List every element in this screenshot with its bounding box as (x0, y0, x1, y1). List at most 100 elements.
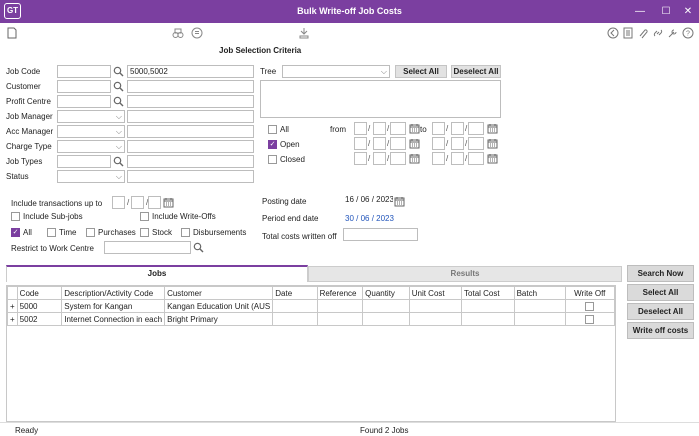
attach-icon[interactable] (637, 27, 649, 39)
help-icon[interactable]: ? (682, 27, 694, 39)
expand-toggle[interactable]: + (7, 299, 18, 313)
charge-type-select[interactable]: ⌵ (57, 140, 125, 153)
date-separator: / (446, 139, 449, 148)
range-year-input[interactable] (390, 152, 406, 165)
binoculars-icon[interactable] (172, 27, 184, 39)
calendar-icon[interactable] (394, 196, 405, 207)
tab-results[interactable]: Results (308, 266, 622, 282)
column-header[interactable]: Batch (513, 286, 566, 300)
close-button[interactable]: ✕ (677, 0, 699, 23)
calendar-icon[interactable] (487, 138, 498, 149)
calendar-icon[interactable] (409, 153, 420, 164)
search-icon[interactable] (113, 156, 124, 167)
column-header[interactable]: Reference (316, 286, 364, 300)
search-icon[interactable] (113, 66, 124, 77)
customer-input[interactable] (57, 80, 111, 93)
range-day-input[interactable] (432, 152, 445, 165)
range-day-input[interactable] (432, 137, 445, 150)
range-year-input[interactable] (468, 137, 484, 150)
table-row[interactable]: + 5002 Internet Connection in each Brigh… (7, 312, 615, 326)
range-year-input[interactable] (390, 137, 406, 150)
notes-icon[interactable] (622, 27, 634, 39)
type-stock-checkbox[interactable] (140, 228, 149, 237)
expand-toggle[interactable]: + (7, 312, 18, 326)
column-header[interactable]: Quantity (362, 286, 410, 300)
column-header[interactable]: Description/Activity Code (61, 286, 166, 300)
include-subjobs-checkbox[interactable] (11, 212, 20, 221)
new-document-icon[interactable] (6, 27, 18, 39)
type-time-checkbox[interactable] (47, 228, 56, 237)
tab-jobs[interactable]: Jobs (6, 265, 308, 282)
job-code-from-input[interactable] (57, 65, 111, 78)
include-day-input[interactable] (112, 196, 125, 209)
search-now-button[interactable]: Search Now (627, 265, 694, 282)
type-stock-label: Stock (152, 228, 173, 237)
range-month-input[interactable] (373, 122, 386, 135)
export-icon[interactable] (298, 27, 310, 39)
range-day-input[interactable] (432, 122, 445, 135)
status-select[interactable]: ⌵ (57, 170, 125, 183)
status-all-checkbox[interactable] (268, 125, 277, 134)
select-all-button[interactable]: Select All (627, 284, 694, 301)
search-icon[interactable] (193, 242, 204, 253)
table-row[interactable]: + 5000 System for Kangan Kangan Educatio… (7, 299, 615, 313)
job-manager-select[interactable]: ⌵ (57, 110, 125, 123)
range-month-input[interactable] (373, 152, 386, 165)
range-month-input[interactable] (451, 137, 464, 150)
calendar-icon[interactable] (487, 153, 498, 164)
tree-select[interactable]: ⌵ (282, 65, 390, 78)
work-centre-input[interactable] (104, 241, 191, 254)
type-disbursements-checkbox[interactable] (181, 228, 190, 237)
status-open-checkbox[interactable] (268, 140, 277, 149)
search-icon[interactable] (113, 81, 124, 92)
acc-manager-select[interactable]: ⌵ (57, 125, 125, 138)
maximize-button[interactable]: ☐ (655, 0, 677, 23)
include-year-input[interactable] (148, 196, 161, 209)
type-purchases-checkbox[interactable] (86, 228, 95, 237)
status-closed-checkbox[interactable] (268, 155, 277, 164)
type-all-checkbox[interactable] (11, 228, 20, 237)
range-month-input[interactable] (451, 152, 464, 165)
range-day-input[interactable] (354, 137, 367, 150)
range-day-input[interactable] (354, 152, 367, 165)
write-off-checkbox[interactable] (585, 301, 595, 311)
column-header[interactable]: Date (272, 286, 318, 300)
tree-list[interactable] (260, 80, 501, 118)
posting-date-input[interactable]: 16 / 06 / 2023 (343, 194, 393, 207)
calendar-icon[interactable] (409, 138, 420, 149)
range-year-input[interactable] (468, 152, 484, 165)
range-month-input[interactable] (451, 122, 464, 135)
job-code-to-input[interactable]: 5000,5002 (127, 65, 254, 78)
range-month-input[interactable] (373, 137, 386, 150)
write-off-checkbox[interactable] (585, 314, 595, 324)
column-header[interactable]: Unit Cost (408, 286, 463, 300)
search-icon[interactable] (113, 96, 124, 107)
customer-label: Customer (6, 82, 41, 91)
range-year-input[interactable] (468, 122, 484, 135)
calendar-icon[interactable] (163, 197, 174, 208)
minimize-button[interactable]: — (629, 0, 651, 23)
link-icon[interactable] (652, 27, 664, 39)
write-off-costs-button[interactable]: Write off costs (627, 322, 694, 339)
deselect-all-button[interactable]: Deselect All (627, 303, 694, 320)
column-header[interactable]: Total Cost (461, 286, 515, 300)
column-header[interactable]: Code (16, 286, 63, 300)
tree-deselect-all-button[interactable]: Deselect All (451, 65, 501, 78)
calendar-icon[interactable] (409, 123, 420, 134)
profit-centre-input[interactable] (57, 95, 111, 108)
status-open-label: Open (280, 140, 300, 149)
job-types-input[interactable] (57, 155, 111, 168)
back-icon[interactable] (607, 27, 619, 39)
column-header[interactable]: Customer (164, 286, 274, 300)
include-writeoffs-checkbox[interactable] (140, 212, 149, 221)
column-header[interactable]: Write Off (564, 286, 615, 300)
jobs-grid[interactable]: Code Description/Activity Code Customer … (6, 285, 616, 422)
calendar-icon[interactable] (487, 123, 498, 134)
settings-icon[interactable] (667, 27, 679, 39)
tree-select-all-button[interactable]: Select All (395, 65, 447, 78)
filter-icon[interactable] (191, 27, 203, 39)
range-day-input[interactable] (354, 122, 367, 135)
profit-centre-name-field (127, 95, 254, 108)
include-month-input[interactable] (131, 196, 144, 209)
range-year-input[interactable] (390, 122, 406, 135)
